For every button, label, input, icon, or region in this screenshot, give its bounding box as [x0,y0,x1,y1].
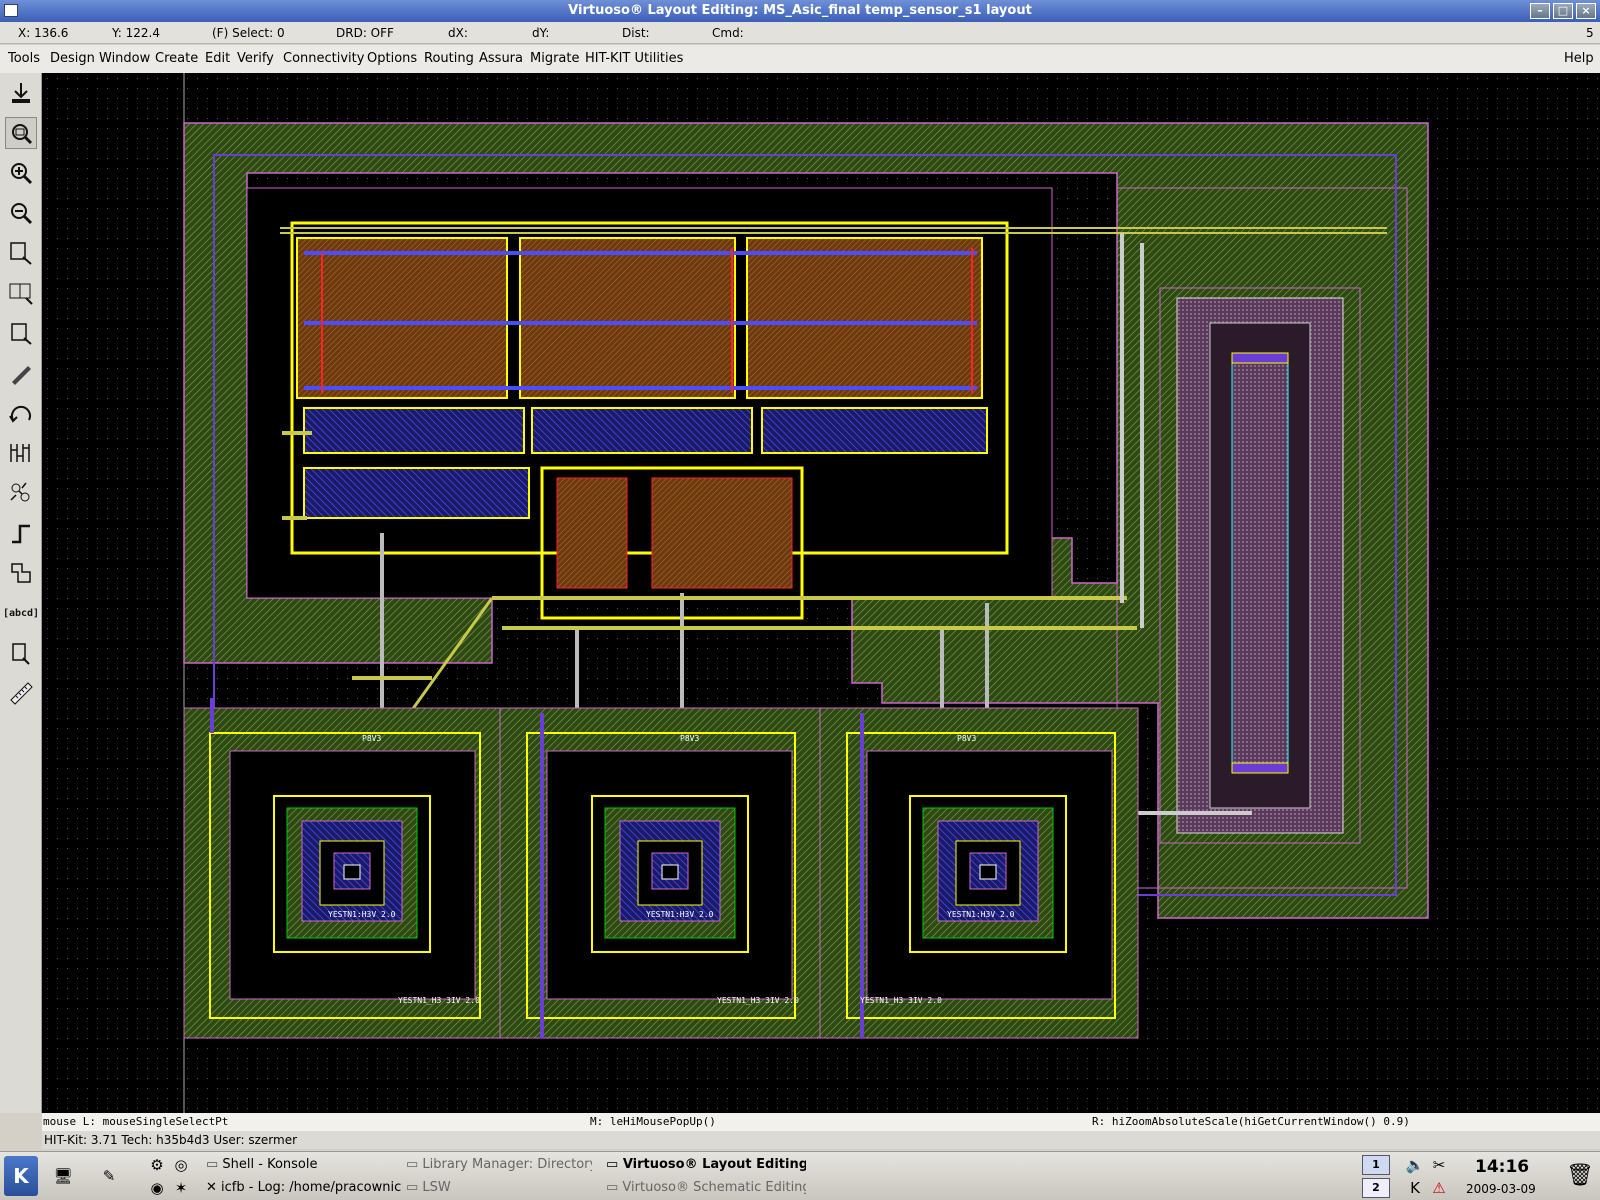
transistor-cell-1 [183,707,501,1039]
network-icon[interactable]: ⚙ [146,1155,168,1175]
tool-palette: [abcd] [0,73,42,1113]
window-number: 5 [1586,26,1594,40]
menu-routing[interactable]: Routing [424,45,474,73]
menu-help[interactable]: Help [1564,45,1594,73]
warning-icon[interactable]: ⚠ [1428,1178,1450,1198]
clock-time: 14:16 [1475,1157,1530,1177]
desktop-2-button[interactable]: 2 [1362,1178,1390,1198]
menu-hit-kit-utilities[interactable]: HIT-KIT Utilities [585,45,683,73]
info-bar: HIT-Kit: 3.71 Tech: h35b4d3 User: szerme… [42,1131,1600,1149]
save-icon[interactable] [5,77,37,109]
menu-window[interactable]: Window [99,45,150,73]
transistor-label-2: YESTN1:H3V 2.0 [646,910,714,919]
menu-options[interactable]: Options [367,45,417,73]
menu-design[interactable]: Design [50,45,95,73]
guard-label-2: YESTN1_H3 3IV 2.0 [717,996,799,1005]
task-lsw[interactable]: ▭ LSW [406,1177,592,1199]
stretch-icon[interactable] [5,237,37,269]
y-coordinate: Y: 122.4 [112,26,160,40]
task-library-manager[interactable]: ▭ Library Manager: Directory ... [406,1154,592,1176]
trash-icon[interactable]: 🗑 [1566,1165,1594,1187]
editor-icon[interactable]: ✎ [98,1166,120,1186]
mouse-left-binding: mouse L: mouseSingleSelectPt [43,1115,229,1128]
mouse-right-binding: R: hiZoomAbsoluteScale(hiGetCurrentWindo… [1092,1115,1410,1128]
instance-icon[interactable] [5,477,37,509]
task-virtuoso-schematic[interactable]: ▭ Virtuoso® Schematic Editing [606,1177,806,1199]
menu-migrate[interactable]: Migrate [530,45,580,73]
path-icon[interactable] [5,517,37,549]
pad-label-2: P8V3 [680,734,699,743]
label-icon[interactable]: [abcd] [3,597,39,629]
drd-status: DRD: OFF [336,26,394,40]
layout-drawing: P8V3 P8V3 P8V3 YESTN1:H3V 2.0 YESTN1:H3V… [42,73,1600,1113]
coordinate-status-row: X: 136.6 Y: 122.4 (F) Select: 0 DRD: OFF… [0,22,1600,44]
cmd-readout: Cmd: [712,26,744,40]
k-menu-button[interactable]: K [4,1156,38,1196]
transistor-label-1: YESTN1:H3V 2.0 [328,910,396,919]
transistor-cell-3 [819,707,1139,1039]
hit-kit-info: HIT-Kit: 3.71 Tech: h35b4d3 User: szerme… [44,1133,298,1147]
guard-label-1: YESTN1_H3 3IV 2.0 [398,996,480,1005]
guard-label-3: YESTN1_H3 3IV 2.0 [860,996,942,1005]
desktop-1-button[interactable]: 1 [1362,1155,1390,1175]
window-title: Virtuoso® Layout Editing: MS_Asic_final … [568,3,1032,18]
mouse-middle-binding: M: leHiMousePopUp() [590,1115,716,1128]
menu-connectivity[interactable]: Connectivity [283,45,364,73]
taskbar: K 🖥 ✎ ⚙ ◎ ◉ ✶ ▭ Shell - Konsole ▭ Librar… [0,1151,1600,1200]
menu-create[interactable]: Create [155,45,198,73]
task-icfb-log[interactable]: ✕ icfb - Log: /home/pracownicy [206,1177,402,1199]
title-bar[interactable]: Virtuoso® Layout Editing: MS_Asic_final … [0,0,1600,22]
menu-bar: Tools Design Window Create Edit Verify C… [0,45,1600,73]
polygon-icon[interactable] [5,557,37,589]
menu-tools[interactable]: Tools [8,45,40,73]
dx-readout: dX: [448,26,468,40]
ruler-icon[interactable] [5,677,37,709]
volume-icon[interactable]: 🔈 [1404,1155,1426,1175]
transistor-cell-2 [499,707,821,1039]
clock-date: 2009-03-09 [1466,1182,1536,1196]
fit-icon[interactable] [5,117,37,149]
rectangle-icon[interactable] [5,637,37,669]
x-coordinate: X: 136.6 [18,26,69,40]
zoom-in-icon[interactable] [5,157,37,189]
window-menu-icon[interactable] [4,4,18,17]
clipboard-icon[interactable]: ✂ [1428,1155,1450,1175]
pad-label-3: P8V3 [957,734,976,743]
desktop-icon[interactable]: 🖥 [52,1166,74,1186]
move-icon[interactable] [5,317,37,349]
property-icon[interactable] [5,437,37,469]
transistor-label-3: YESTN1:H3V 2.0 [947,910,1015,919]
task-virtuoso-layout[interactable]: ▭ Virtuoso® Layout Editing [606,1154,806,1176]
maximize-icon[interactable]: □ [1553,3,1573,19]
mouse-binding-bar: mouse L: mouseSingleSelectPt M: leHiMous… [42,1113,1600,1131]
menu-verify[interactable]: Verify [237,45,274,73]
menu-edit[interactable]: Edit [205,45,230,73]
select-count: (F) Select: 0 [212,26,285,40]
delete-icon[interactable] [5,357,37,389]
dy-readout: dY: [532,26,550,40]
web-icon[interactable]: ◉ [146,1178,168,1198]
layout-canvas[interactable]: P8V3 P8V3 P8V3 YESTN1:H3V 2.0 YESTN1:H3V… [42,73,1600,1113]
tools-icon[interactable]: ✶ [170,1178,192,1198]
zoom-out-icon[interactable] [5,197,37,229]
keyboard-icon[interactable]: K [1404,1178,1426,1198]
undo-icon[interactable] [5,397,37,429]
minimize-icon[interactable]: – [1530,3,1550,19]
dist-readout: Dist: [622,26,650,40]
copy-icon[interactable] [5,277,37,309]
task-shell-konsole[interactable]: ▭ Shell - Konsole [206,1154,386,1176]
browser-icon[interactable]: ◎ [170,1155,192,1175]
close-icon[interactable]: × [1576,3,1596,19]
pad-label-1: P8V3 [362,734,381,743]
menu-assura[interactable]: Assura [479,45,523,73]
virtuoso-window: Virtuoso® Layout Editing: MS_Asic_final … [0,0,1600,1200]
